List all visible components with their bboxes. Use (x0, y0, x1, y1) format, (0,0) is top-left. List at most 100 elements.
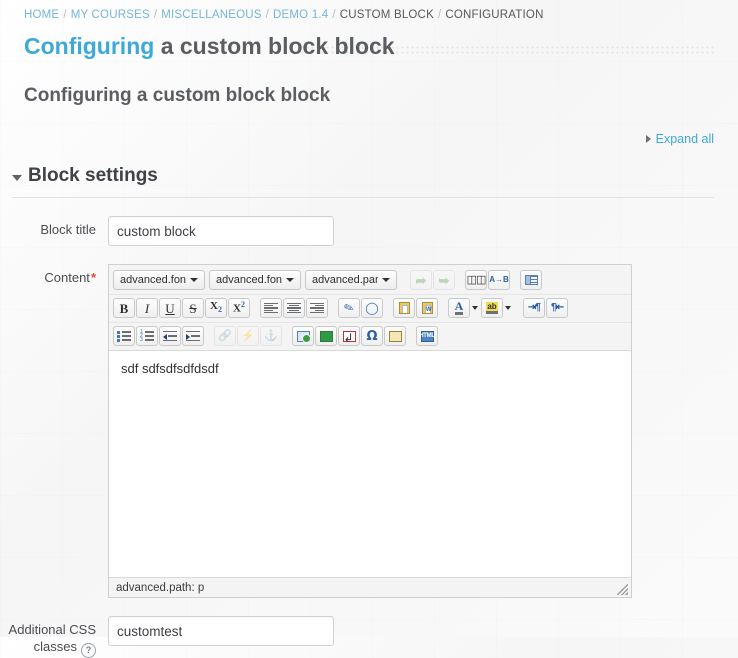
block-settings-header[interactable]: Block settings (12, 163, 738, 189)
bullet-list-icon (117, 330, 131, 342)
css-classes-field-wrap (108, 616, 738, 646)
anchor-button[interactable]: ⚓ (260, 326, 282, 346)
breadcrumb-item-custom-block: CUSTOM BLOCK (339, 9, 434, 21)
eraser-icon: ◯ (365, 301, 379, 315)
html-button[interactable]: HTML (416, 326, 438, 346)
media-button[interactable] (315, 326, 337, 346)
breadcrumb-separator: / (153, 9, 158, 21)
chevron-down-icon[interactable] (12, 175, 22, 181)
paragraph-select-value: advanced.par (312, 274, 378, 286)
outdent-icon (163, 330, 177, 342)
unlink-icon: ⚡ (241, 329, 255, 342)
strikethrough-button[interactable]: S (182, 298, 204, 318)
css-classes-row: Additional CSS classes? (0, 616, 738, 658)
right-to-left-icon: ¶⇤ (551, 302, 564, 313)
align-left-button[interactable] (260, 298, 282, 318)
link-button[interactable]: 🔗 (214, 326, 236, 346)
font-select-1[interactable]: advanced.font (113, 270, 205, 290)
editor-content-area[interactable]: sdf sdfsdfsdfdsdf (109, 351, 631, 577)
underline-button[interactable]: U (159, 298, 181, 318)
outdent-button[interactable] (159, 326, 181, 346)
redo-button[interactable]: ➥ (433, 270, 455, 290)
css-classes-label: Additional CSS classes? (0, 616, 108, 658)
superscript-button[interactable]: X2 (228, 298, 250, 318)
css-classes-label-line1: Additional CSS (8, 622, 96, 637)
breadcrumb-separator: / (332, 9, 336, 21)
align-right-icon (310, 302, 324, 314)
font-color-icon: A (454, 299, 464, 315)
media-icon (319, 330, 333, 342)
forecolor-button[interactable]: A (448, 298, 470, 318)
cleanup-button[interactable]: ✎ (338, 298, 360, 318)
clipboard-icon (398, 302, 410, 314)
italic-button[interactable]: I (136, 298, 158, 318)
undo-button[interactable]: ➦ (410, 270, 432, 290)
breadcrumb-item-miscellaneous[interactable]: MISCELLANEOUS (161, 9, 261, 21)
nonbreaking-button[interactable]: ↲ (338, 326, 360, 346)
chevron-down-icon (190, 278, 198, 282)
tinymce-editor: advanced.font advanced.font advanced.par… (108, 264, 632, 598)
help-icon[interactable]: ? (81, 643, 96, 658)
highlight-color-icon: ab (486, 302, 498, 314)
bullet-list-button[interactable] (113, 326, 135, 346)
redo-icon: ➥ (438, 272, 450, 288)
paragraph-select[interactable]: advanced.par (305, 270, 397, 290)
page-title-highlight: Configuring (24, 33, 155, 59)
align-right-button[interactable] (306, 298, 328, 318)
expand-all-row: Expand all (0, 131, 738, 149)
breadcrumb-item-my-courses[interactable]: MY COURSES (71, 9, 150, 21)
breadcrumb-separator: / (437, 9, 442, 21)
chevron-down-icon (286, 278, 294, 282)
image-button[interactable] (292, 326, 314, 346)
block-title-row: Block title (0, 216, 738, 246)
paste-button[interactable] (393, 298, 415, 318)
replace-icon: A→B (489, 275, 509, 284)
special-char-button[interactable]: Ω (361, 326, 383, 346)
block-title-input[interactable] (108, 216, 334, 246)
template-icon (524, 275, 538, 285)
css-classes-input[interactable] (108, 616, 334, 646)
breadcrumb-item-home[interactable]: HOME (24, 9, 59, 21)
block-title-label: Block title (40, 222, 96, 237)
content-row: Content* advanced.font advanced.font adv… (0, 264, 738, 598)
link-icon: 🔗 (218, 329, 232, 342)
html-icon: HTML (419, 330, 435, 342)
toolbar-row-2: B I U S X2 X2 ✎ ◯ W A ab ⇥¶ ¶⇤ (109, 294, 631, 322)
css-classes-label-line2: classes (33, 639, 77, 654)
numbered-list-button[interactable]: 1 2 3 (136, 326, 158, 346)
left-to-right-icon: ⇥¶ (528, 302, 541, 313)
content-label: Content* (0, 264, 108, 286)
template-button[interactable] (520, 270, 542, 290)
rtl-button[interactable]: ¶⇤ (546, 298, 568, 318)
strikethrough-icon: S (189, 300, 197, 316)
indent-button[interactable] (182, 326, 204, 346)
replace-button[interactable]: A→B (488, 270, 510, 290)
equation-button[interactable] (384, 326, 406, 346)
paintbrush-icon: ✎ (341, 299, 357, 317)
bold-button[interactable]: B (113, 298, 135, 318)
nonbreaking-space-icon: ↲ (342, 330, 356, 345)
ltr-button[interactable]: ⇥¶ (523, 298, 545, 318)
editor-status-bar: advanced.path: p (109, 577, 631, 597)
align-center-button[interactable] (283, 298, 305, 318)
bold-icon: B (119, 300, 129, 316)
unlink-button[interactable]: ⚡ (237, 326, 259, 346)
paste-word-button[interactable]: W (416, 298, 438, 318)
omega-icon: Ω (366, 328, 378, 344)
expand-all-link[interactable]: Expand all (656, 132, 714, 146)
required-asterisk: * (90, 270, 96, 285)
breadcrumb-item-demo-1-4[interactable]: DEMO 1.4 (273, 9, 328, 21)
subscript-button[interactable]: X2 (205, 298, 227, 318)
font-select-2[interactable]: advanced.font (209, 270, 301, 290)
forecolor-chevron-down-icon[interactable] (472, 306, 478, 310)
content-heading: Configuring a custom block block (24, 85, 331, 106)
image-icon (296, 330, 311, 343)
subscript-icon: X2 (210, 300, 222, 315)
toolbar-row-1: advanced.font advanced.font advanced.par… (109, 267, 631, 294)
backcolor-button[interactable]: ab (481, 298, 503, 318)
editor-resize-handle[interactable] (617, 584, 628, 595)
font-select-1-value: advanced.font (120, 274, 186, 286)
backcolor-chevron-down-icon[interactable] (505, 306, 511, 310)
search-button[interactable]: ◫◫ (465, 270, 487, 290)
remove-format-button[interactable]: ◯ (361, 298, 383, 318)
